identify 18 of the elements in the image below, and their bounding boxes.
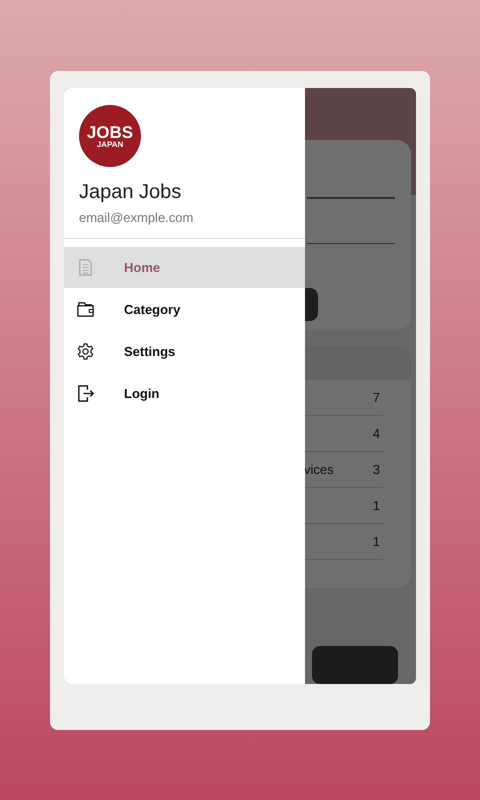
row-count: 4	[372, 426, 381, 441]
folder-icon	[76, 300, 95, 318]
logo: JOBS JAPAN	[79, 105, 141, 167]
document-icon	[76, 258, 95, 277]
row-count: 3	[372, 462, 381, 477]
login-icon	[76, 384, 95, 402]
app-title: Japan Jobs	[79, 181, 182, 204]
row-label: vices	[304, 462, 334, 477]
dark-button[interactable]	[304, 288, 318, 321]
row-count: 1	[372, 534, 381, 549]
settings-icon	[76, 342, 95, 360]
row-count: 7	[372, 390, 381, 405]
row-count: 1	[372, 498, 381, 513]
menu-item[interactable]: Login	[64, 372, 305, 414]
email-text: email@exmple.com	[79, 210, 194, 225]
menu-item[interactable]: Home	[64, 247, 305, 288]
menu-item[interactable]: Category	[64, 288, 305, 330]
menu-item[interactable]: Settings	[64, 330, 305, 372]
